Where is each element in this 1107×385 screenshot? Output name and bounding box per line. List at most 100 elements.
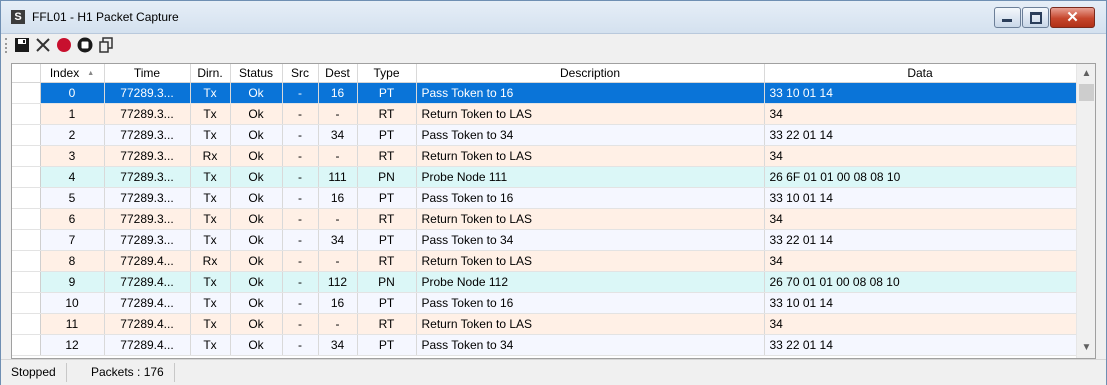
- row-header[interactable]: [12, 229, 41, 251]
- cell-src: -: [282, 271, 319, 293]
- table-row[interactable]: 8 77289.4... Rx Ok - - RT Return Token to LAS 34: [12, 250, 1077, 272]
- cell-dirn: Tx: [190, 187, 231, 209]
- stop-icon: [77, 37, 93, 53]
- cell-src: -: [282, 103, 319, 125]
- table-row[interactable]: 9 77289.4... Tx Ok -112 PN Probe Node 112 26 70…: [12, 271, 1077, 293]
- copy-icon: [99, 37, 113, 53]
- row-header[interactable]: [12, 103, 41, 125]
- column-header-dest[interactable]: Dest: [318, 64, 358, 83]
- minimize-button[interactable]: [994, 7, 1021, 28]
- table-row[interactable]: 6 77289.3... Tx Ok - - RT Return Token to LAS 34: [12, 208, 1077, 230]
- row-header[interactable]: [12, 166, 41, 188]
- cell-time: 77289.4...: [104, 334, 191, 356]
- column-header-src[interactable]: Src: [282, 64, 319, 83]
- row-header[interactable]: [12, 82, 41, 104]
- save-button[interactable]: [13, 36, 31, 54]
- table-row[interactable]: 3 77289.3... Rx Ok - - RT Return Token to LAS 34: [12, 145, 1077, 167]
- minimize-icon: [1002, 19, 1012, 22]
- cell-description: Probe Node 111: [416, 166, 765, 188]
- table-row[interactable]: 1 77289.3... Tx Ok - - RT Return Token to LAS 34: [12, 103, 1077, 125]
- column-header-index[interactable]: Index ▲: [40, 64, 105, 83]
- cell-dirn: Rx: [190, 145, 231, 167]
- record-icon: [57, 38, 71, 52]
- cell-index: 12: [40, 334, 105, 356]
- cell-src: -: [282, 229, 319, 251]
- cell-src: -: [282, 292, 319, 314]
- table-row[interactable]: 11 77289.4... Tx Ok - - RT Return Token to LAS 3…: [12, 313, 1077, 335]
- cell-data: 33 22 01 14: [764, 229, 1077, 251]
- column-header-type[interactable]: Type: [357, 64, 417, 83]
- cell-status: Ok: [230, 250, 283, 272]
- header-row: Index ▲ Time Dirn. Status Src Dest Type D…: [12, 64, 1077, 83]
- capture-state: Stopped: [1, 363, 67, 382]
- cell-status: Ok: [230, 292, 283, 314]
- toolbar-grip[interactable]: [5, 38, 9, 53]
- cell-index: 7: [40, 229, 105, 251]
- column-header-status[interactable]: Status: [230, 64, 283, 83]
- table-row[interactable]: 5 77289.3... Tx Ok -16 PT Pass Token to 16 33 1…: [12, 187, 1077, 209]
- row-header[interactable]: [12, 292, 41, 314]
- cell-src: -: [282, 124, 319, 146]
- cell-index: 9: [40, 271, 105, 293]
- row-header[interactable]: [12, 208, 41, 230]
- cell-status: Ok: [230, 208, 283, 230]
- cell-type: PT: [357, 82, 417, 104]
- cell-src: -: [282, 208, 319, 230]
- cell-time: 77289.3...: [104, 208, 191, 230]
- packet-grid[interactable]: Index ▲ Time Dirn. Status Src Dest Type D…: [11, 63, 1096, 359]
- cell-description: Return Token to LAS: [416, 208, 765, 230]
- cell-description: Pass Token to 16: [416, 187, 765, 209]
- column-header-time[interactable]: Time: [104, 64, 191, 83]
- row-header[interactable]: [12, 124, 41, 146]
- scroll-thumb[interactable]: [1079, 84, 1094, 101]
- cell-index: 1: [40, 103, 105, 125]
- table-row[interactable]: 4 77289.3... Tx Ok -111 PN Probe Node 111 26 6F…: [12, 166, 1077, 188]
- row-header[interactable]: [12, 145, 41, 167]
- record-button[interactable]: [55, 36, 73, 54]
- cell-dest: 16: [318, 292, 358, 314]
- row-header[interactable]: [12, 250, 41, 272]
- table-row[interactable]: 7 77289.3... Tx Ok -34 PT Pass Token to 34 33 2…: [12, 229, 1077, 251]
- cell-status: Ok: [230, 124, 283, 146]
- column-header-dirn[interactable]: Dirn.: [190, 64, 231, 83]
- cell-status: Ok: [230, 313, 283, 335]
- row-header[interactable]: [12, 334, 41, 356]
- vertical-scrollbar[interactable]: ▲ ▼: [1076, 64, 1095, 358]
- cell-data: 33 22 01 14: [764, 124, 1077, 146]
- packet-rows: 0 77289.3... Tx Ok -16 PT Pass Token to 16 33 1…: [12, 82, 1077, 356]
- cell-data: 34: [764, 145, 1077, 167]
- cell-time: 77289.3...: [104, 103, 191, 125]
- cell-time: 77289.4...: [104, 271, 191, 293]
- cell-status: Ok: [230, 187, 283, 209]
- row-header[interactable]: [12, 271, 41, 293]
- clear-button[interactable]: [34, 36, 52, 54]
- cell-index: 10: [40, 292, 105, 314]
- cell-data: 26 6F 01 01 00 08 08 10: [764, 166, 1077, 188]
- column-header-description[interactable]: Description: [416, 64, 765, 83]
- column-header-data[interactable]: Data: [764, 64, 1077, 83]
- cell-data: 34: [764, 208, 1077, 230]
- maximize-button[interactable]: [1022, 7, 1049, 28]
- title-bar[interactable]: S FFL01 - H1 Packet Capture ✕: [1, 1, 1106, 34]
- cell-src: -: [282, 82, 319, 104]
- scroll-up-icon[interactable]: ▲: [1077, 66, 1095, 82]
- cell-dirn: Tx: [190, 124, 231, 146]
- copy-button[interactable]: [97, 36, 115, 54]
- close-button[interactable]: ✕: [1050, 7, 1095, 28]
- table-row[interactable]: 10 77289.4... Tx Ok -16 PT Pass Token to 16 33 …: [12, 292, 1077, 314]
- cell-dest: 34: [318, 124, 358, 146]
- row-header[interactable]: [12, 313, 41, 335]
- table-row[interactable]: 12 77289.4... Tx Ok -34 PT Pass Token to 34 33 …: [12, 334, 1077, 356]
- cell-dirn: Tx: [190, 103, 231, 125]
- cell-status: Ok: [230, 229, 283, 251]
- cell-dest: 16: [318, 187, 358, 209]
- stop-button[interactable]: [76, 36, 94, 54]
- table-row[interactable]: 2 77289.3... Tx Ok -34 PT Pass Token to 34 33 2…: [12, 124, 1077, 146]
- cell-description: Pass Token to 34: [416, 229, 765, 251]
- scroll-down-icon[interactable]: ▼: [1077, 340, 1095, 356]
- row-header[interactable]: [12, 187, 41, 209]
- table-row[interactable]: 0 77289.3... Tx Ok -16 PT Pass Token to 16 33 1…: [12, 82, 1077, 104]
- column-label: Index: [49, 66, 80, 80]
- cell-type: PN: [357, 166, 417, 188]
- cell-data: 26 70 01 01 00 08 08 10: [764, 271, 1077, 293]
